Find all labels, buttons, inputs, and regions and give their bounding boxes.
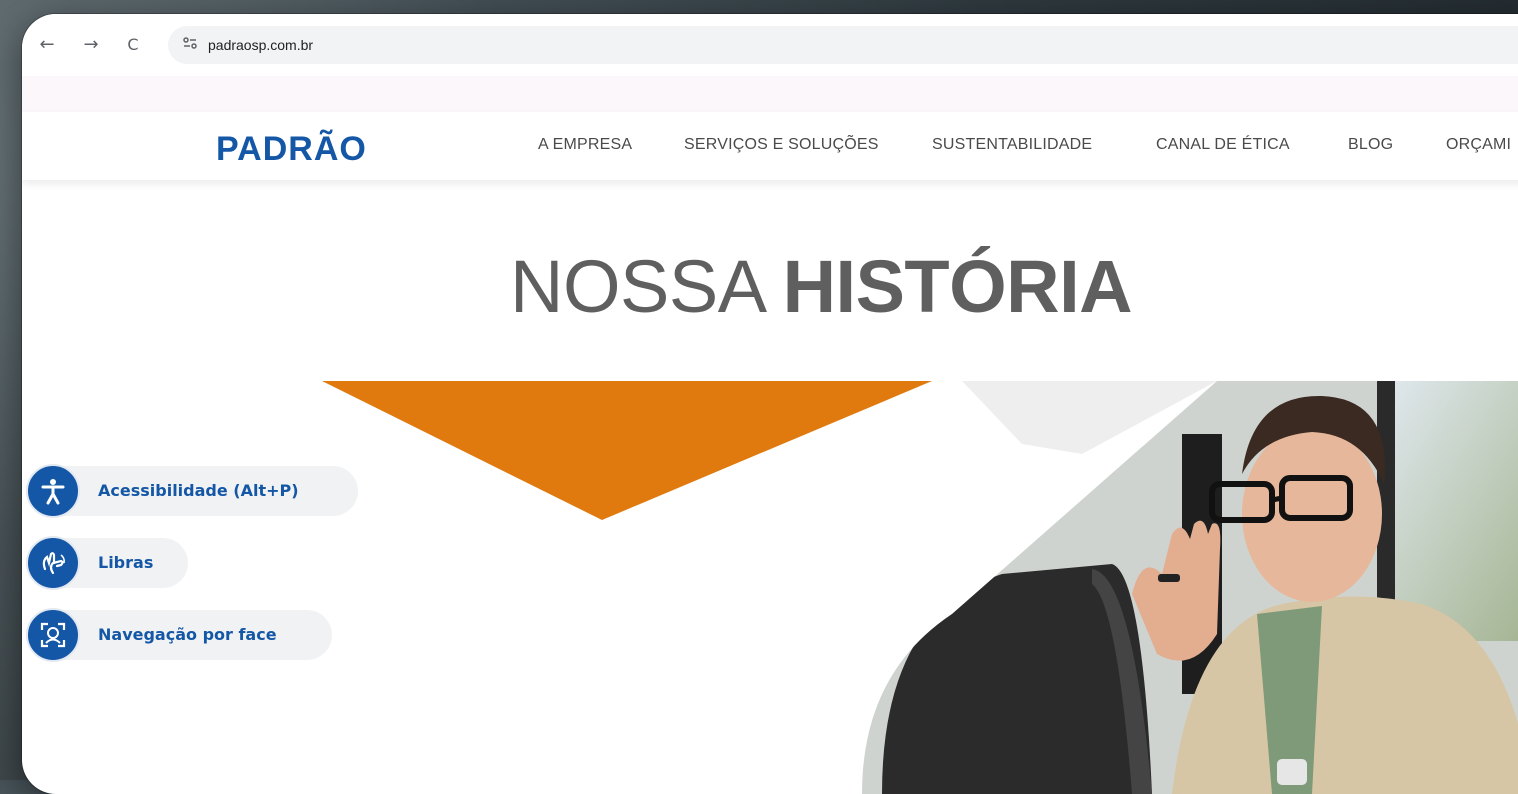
sign-language-icon <box>26 536 80 590</box>
browser-window: ← → C padraosp.com.br PADRÃO A EMPRESA S… <box>22 14 1518 794</box>
accessibility-label: Acessibilidade (Alt+P) <box>98 481 299 500</box>
nav-sustentabilidade[interactable]: SUSTENTABILIDADE <box>932 135 1092 155</box>
face-scan-icon <box>26 608 80 662</box>
nav-orcamento[interactable]: ORÇAMI <box>1446 135 1511 155</box>
nav-blog[interactable]: BLOG <box>1348 135 1393 155</box>
libras-button[interactable]: Libras <box>26 536 188 590</box>
padrao-logo[interactable]: PADRÃO <box>216 129 367 169</box>
face-navigation-label: Navegação por face <box>98 625 277 644</box>
bookmarks-bar <box>22 76 1518 113</box>
accessibility-icon <box>26 464 80 518</box>
nav-a-empresa[interactable]: A EMPRESA <box>538 135 632 155</box>
hero-photo <box>862 381 1518 794</box>
decor-orange-triangle <box>322 381 932 520</box>
face-navigation-button[interactable]: Navegação por face <box>26 608 332 662</box>
accessibility-button[interactable]: Acessibilidade (Alt+P) <box>26 464 358 518</box>
libras-label: Libras <box>98 553 154 572</box>
page-title-bold: HISTÓRIA <box>782 245 1133 328</box>
forward-icon[interactable]: → <box>78 32 104 58</box>
back-icon[interactable]: ← <box>34 32 60 58</box>
site-header: PADRÃO A EMPRESA SERVIÇOS E SOLUÇÕES SUS… <box>22 112 1518 180</box>
address-bar[interactable]: padraosp.com.br <box>168 26 1518 64</box>
hero-banner <box>322 381 1518 794</box>
nav-canal-de-etica[interactable]: CANAL DE ÉTICA <box>1156 135 1290 155</box>
url-text[interactable]: padraosp.com.br <box>208 35 313 55</box>
nav-servicos-solucoes[interactable]: SERVIÇOS E SOLUÇÕES <box>684 135 879 155</box>
site-info-icon[interactable] <box>180 35 200 55</box>
browser-toolbar: ← → C padraosp.com.br <box>22 14 1518 77</box>
page-title: NOSSA HISTÓRIA <box>510 242 1133 332</box>
reload-icon[interactable]: C <box>120 32 146 58</box>
page-title-light: NOSSA <box>510 245 783 328</box>
